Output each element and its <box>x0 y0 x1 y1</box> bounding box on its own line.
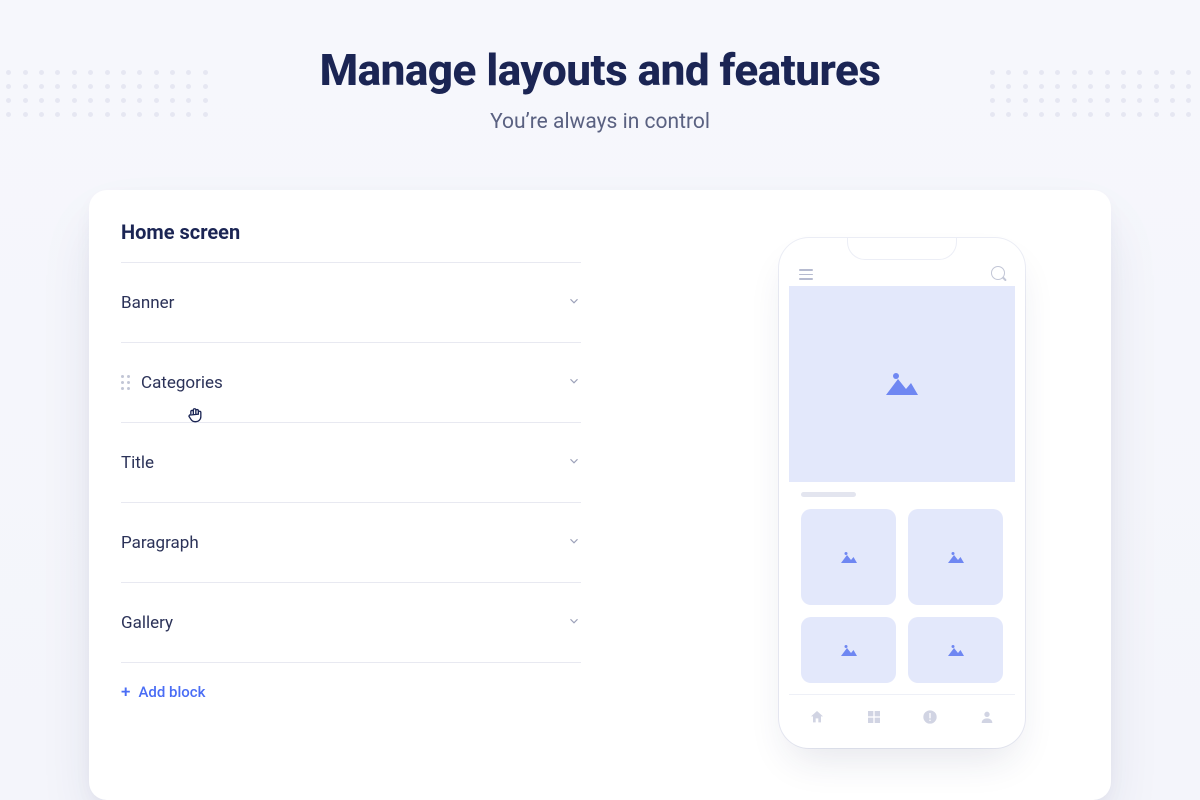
blocks-list: Banner Categories Title Paragraph Gallery <box>121 263 581 663</box>
image-placeholder-icon <box>840 644 858 657</box>
add-block-button[interactable]: + Add block <box>121 683 581 701</box>
hero-image-placeholder <box>789 286 1015 482</box>
block-label: Paragraph <box>121 533 199 553</box>
image-placeholder-icon <box>840 551 858 564</box>
drag-handle-icon[interactable] <box>121 375 133 390</box>
panel-title: Home screen <box>121 218 581 262</box>
block-label: Categories <box>141 373 223 393</box>
chevron-down-icon[interactable] <box>567 293 581 312</box>
block-row-title[interactable]: Title <box>121 423 581 503</box>
chevron-down-icon[interactable] <box>567 453 581 472</box>
block-row-paragraph[interactable]: Paragraph <box>121 503 581 583</box>
add-block-label: Add block <box>138 683 205 701</box>
image-placeholder-icon <box>947 551 965 564</box>
phone-screen <box>789 248 1015 738</box>
block-row-banner[interactable]: Banner <box>121 263 581 343</box>
block-label: Gallery <box>121 613 173 633</box>
home-icon <box>809 709 825 725</box>
gallery-grid <box>789 509 1015 683</box>
hamburger-icon <box>799 269 813 280</box>
grid-icon <box>866 709 882 725</box>
block-label: Banner <box>121 293 174 313</box>
skeleton-text <box>789 482 1015 509</box>
blocks-panel: Home screen Banner Categories Title Paragra… <box>121 218 601 770</box>
gallery-tile <box>908 617 1003 683</box>
gallery-tile <box>801 509 896 605</box>
editor-card: Home screen Banner Categories Title Paragra… <box>89 190 1111 800</box>
chevron-down-icon[interactable] <box>567 533 581 552</box>
page-title: Manage layouts and features <box>0 44 1200 96</box>
image-placeholder-icon <box>947 644 965 657</box>
preview-panel <box>601 218 1075 770</box>
phone-tabbar <box>789 694 1015 738</box>
user-icon <box>979 709 995 725</box>
phone-mockup <box>779 238 1025 748</box>
gallery-tile <box>801 617 896 683</box>
page-subtitle: You’re always in control <box>0 110 1200 134</box>
phone-notch <box>847 238 957 260</box>
page-header: Manage layouts and features You’re alway… <box>0 0 1200 134</box>
plus-icon: + <box>121 684 130 701</box>
chevron-down-icon[interactable] <box>567 373 581 392</box>
search-icon <box>991 266 1005 280</box>
grab-cursor-icon <box>185 405 205 425</box>
block-row-categories[interactable]: Categories <box>121 343 581 423</box>
block-row-gallery[interactable]: Gallery <box>121 583 581 663</box>
chevron-down-icon[interactable] <box>567 613 581 632</box>
gallery-tile <box>908 509 1003 605</box>
alert-icon <box>922 709 938 725</box>
image-placeholder-icon <box>884 371 920 397</box>
block-label: Title <box>121 453 154 473</box>
